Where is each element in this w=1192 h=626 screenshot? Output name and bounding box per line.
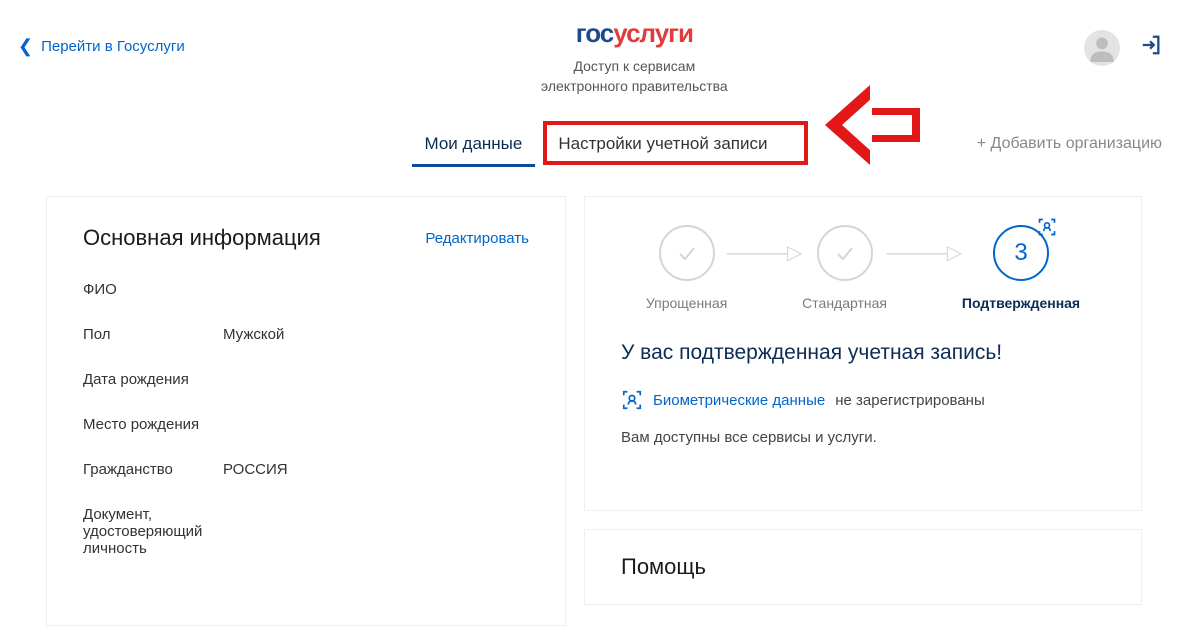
biometric-data-link[interactable]: Биометрические данные — [653, 392, 825, 409]
info-row-birthplace: Место рождения — [83, 416, 529, 433]
arrow-right-icon: ———▷ — [887, 240, 962, 265]
biometric-status-row: Биометрические данные не зарегистрирован… — [621, 389, 1105, 411]
step-standard: Стандартная — [802, 225, 887, 311]
biometric-badge-icon — [1037, 217, 1057, 237]
step-confirmed: 3 Подтвержденная — [962, 225, 1080, 311]
check-icon — [675, 241, 699, 265]
info-row-citizenship: Гражданство РОССИЯ — [83, 461, 529, 478]
back-link-text: Перейти в Госуслуги — [41, 38, 185, 55]
help-title: Помощь — [621, 554, 1105, 580]
user-icon — [1088, 34, 1116, 62]
confirmed-account-title: У вас подтвержденная учетная запись! — [621, 341, 1105, 365]
step-simplified: Упрощенная — [646, 225, 727, 311]
services-available-text: Вам доступны все сервисы и услуги. — [621, 429, 1105, 446]
chevron-left-icon: ❮ — [18, 36, 33, 57]
annotation-highlight-box — [543, 121, 808, 165]
add-organization-link[interactable]: + Добавить организацию — [977, 135, 1162, 153]
basic-info-card: Основная информация Редактировать ФИО По… — [46, 196, 566, 626]
info-row-gender: Пол Мужской — [83, 326, 529, 343]
account-status-card: Упрощенная ———▷ Стандартная ———▷ 3 — [584, 196, 1142, 511]
back-to-gosuslugi-link[interactable]: ❮ Перейти в Госуслуги — [18, 36, 185, 57]
info-row-birthdate: Дата рождения — [83, 371, 529, 388]
arrow-right-icon: ———▷ — [727, 240, 802, 265]
gosuslugi-logo: госуслуги — [185, 18, 1084, 49]
login-icon[interactable] — [1140, 34, 1162, 63]
tab-my-data[interactable]: Мои данные — [407, 124, 541, 164]
help-card: Помощь — [584, 529, 1142, 605]
user-avatar[interactable] — [1084, 30, 1120, 66]
edit-link[interactable]: Редактировать — [425, 230, 529, 247]
biometric-icon — [621, 389, 643, 411]
basic-info-title: Основная информация — [83, 225, 321, 251]
info-row-document: Документ, удостоверяющий личность — [83, 506, 529, 557]
info-row-fio: ФИО — [83, 281, 529, 298]
header-subtitle: Доступ к сервисам электронного правитель… — [185, 57, 1084, 96]
check-icon — [833, 241, 857, 265]
